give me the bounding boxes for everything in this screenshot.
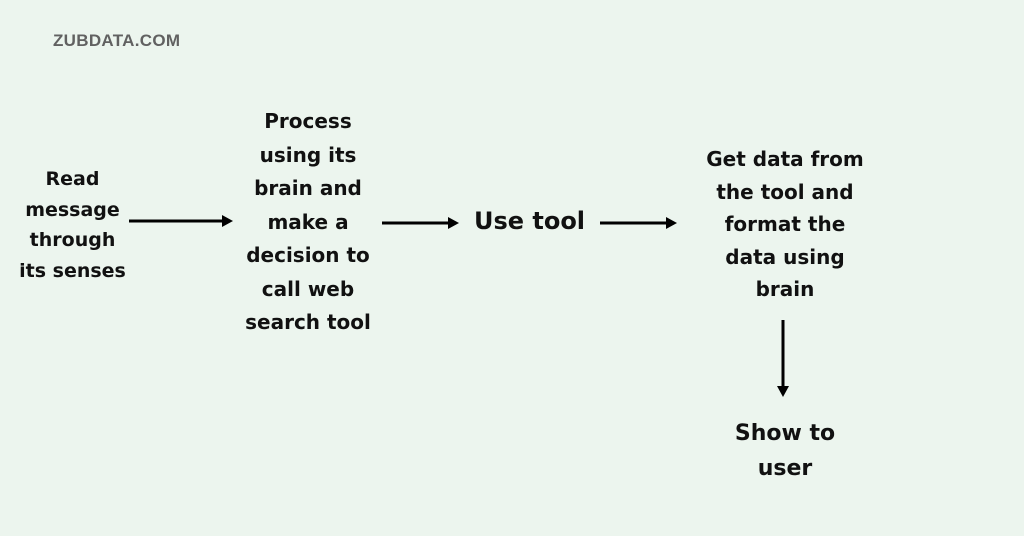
arrow-use-tool-to-get-data: [600, 217, 677, 229]
arrow-get-data-to-show: [777, 320, 789, 397]
arrow-read-to-process: [129, 215, 233, 227]
arrow-process-to-use-tool: [382, 217, 459, 229]
arrows-layer: [129, 215, 789, 397]
